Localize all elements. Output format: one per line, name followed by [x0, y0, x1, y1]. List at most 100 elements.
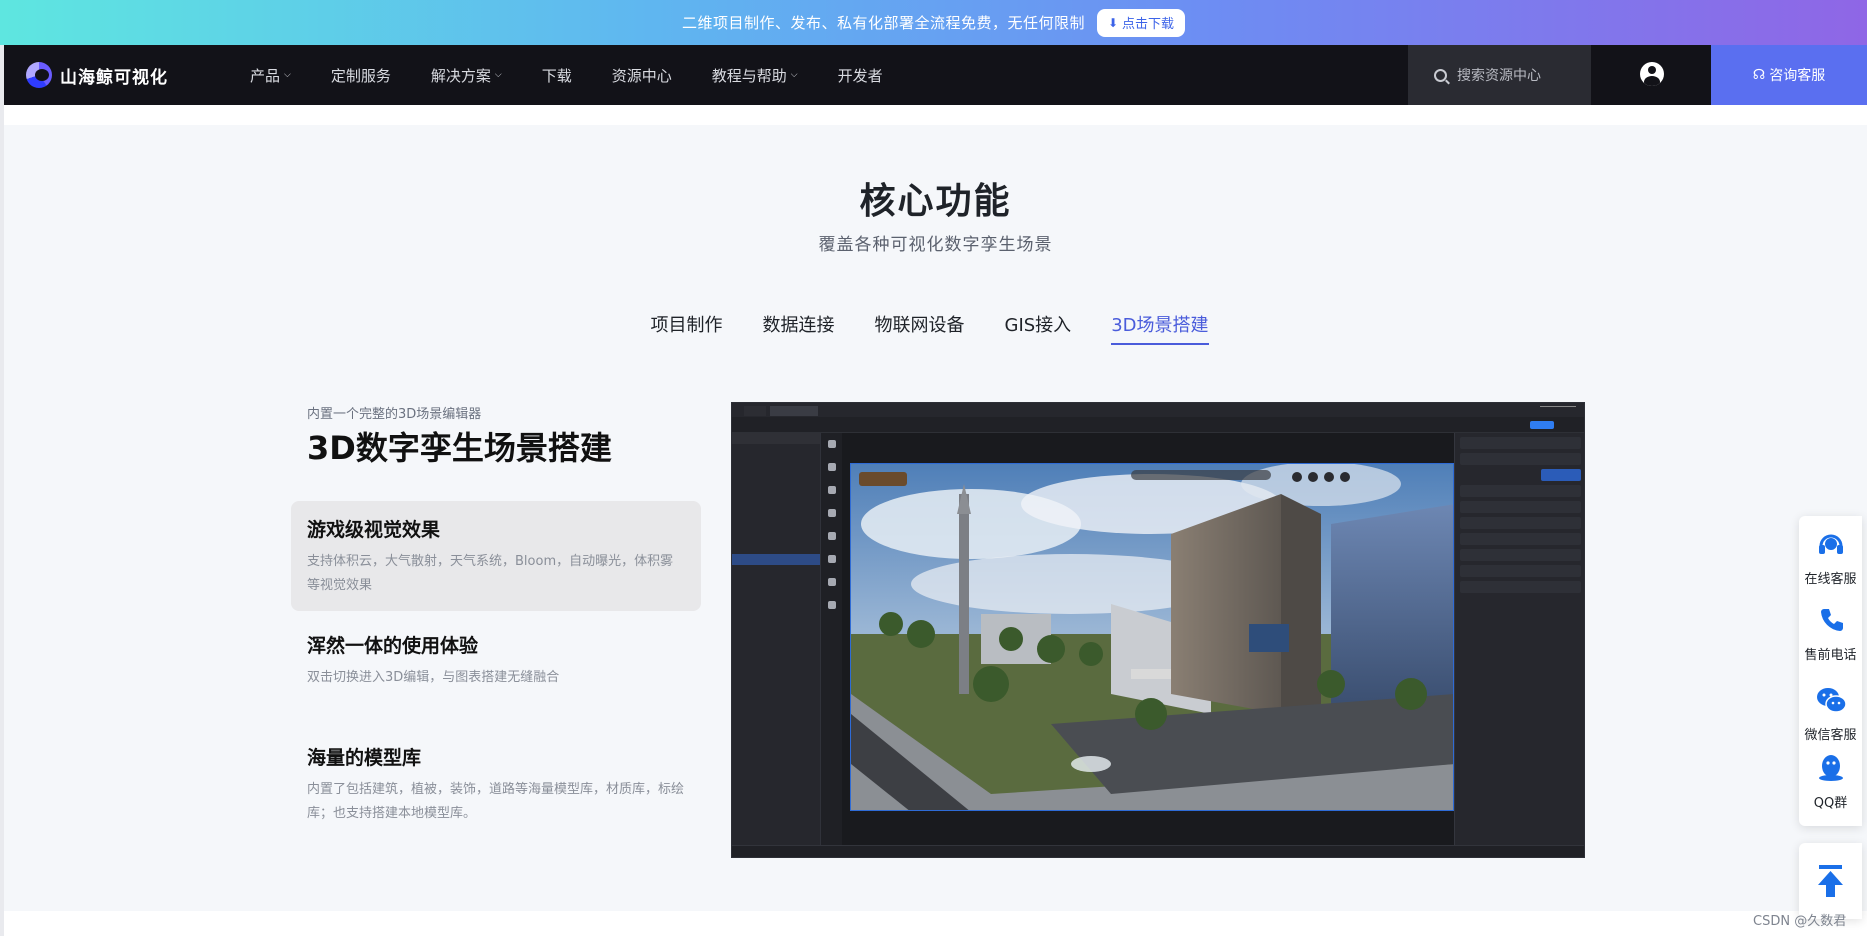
feature-card-experience[interactable]: 浑然一体的使用体验 双击切换进入3D编辑，与图表搭建无缝融合: [291, 617, 701, 704]
float-label: 微信客服: [1804, 728, 1857, 743]
layer-row: [732, 466, 820, 477]
promo-banner: 二维项目制作、发布、私有化部署全流程免费，无任何限制 ⬇ 点击下载: [0, 0, 1867, 45]
watermark: CSDN @久数君: [1753, 914, 1847, 929]
logo[interactable]: 山海鲸可视化: [26, 62, 226, 88]
chevron-down-icon: ⌵: [494, 70, 502, 80]
consult-button[interactable]: ☊ 咨询客服: [1711, 45, 1867, 105]
property-row: [1460, 533, 1581, 545]
nav-item-label: 定制服务: [330, 66, 391, 85]
layer-row: [732, 499, 820, 510]
float-label: 在线客服: [1804, 572, 1857, 587]
user-avatar-icon[interactable]: [1640, 62, 1664, 86]
nav-item-solutions[interactable]: 解决方案 ⌵: [431, 65, 502, 86]
feature-card-model-library[interactable]: 海量的模型库 内置了包括建筑，植被，装饰，道路等海量模型库，材质库，标绘库；也支…: [291, 729, 701, 840]
editor-tab: [744, 406, 766, 416]
search-icon: [1434, 68, 1447, 82]
logo-icon: [26, 62, 52, 88]
property-row: [1460, 501, 1581, 513]
layer-row: [732, 510, 820, 521]
nav-item-developers[interactable]: 开发者: [838, 65, 883, 86]
feature-title: 3D数字孪生场景搭建: [307, 429, 612, 467]
feature-caption: 内置一个完整的3D场景编辑器: [307, 407, 482, 422]
tab-project[interactable]: 项目制作: [651, 311, 723, 345]
3d-editor-screenshot: [731, 402, 1585, 858]
nav-item-custom-service[interactable]: 定制服务: [331, 65, 391, 86]
editor-stage: [842, 433, 1454, 845]
chevron-down-icon: ⌵: [284, 70, 291, 80]
online-service-button[interactable]: 在线客服: [1799, 520, 1862, 592]
float-label: QQ群: [1813, 796, 1848, 811]
chevron-down-icon: ⌵: [790, 70, 798, 80]
tool-icon: [827, 486, 836, 494]
wechat-service-button[interactable]: 微信客服: [1799, 676, 1862, 748]
layer-row: [732, 444, 820, 455]
nav-item-tutorials[interactable]: 教程与帮助 ⌵: [712, 65, 798, 86]
headset-icon: ☊: [1752, 67, 1766, 83]
search-input[interactable]: 搜索资源中心: [1408, 45, 1591, 105]
tool-icon: [827, 463, 836, 471]
qq-group-button[interactable]: QQ群: [1799, 744, 1862, 816]
tab-gis[interactable]: GIS接入: [1005, 311, 1072, 345]
nav-item-label: 教程与帮助: [711, 66, 787, 85]
nav-item-product[interactable]: 产品 ⌵: [250, 65, 291, 86]
section-top-band: [4, 105, 1867, 125]
top-nav: 山海鲸可视化 产品 ⌵ 定制服务 解决方案 ⌵ 下载 资源中心 教程与帮助 ⌵ 开发者…: [4, 45, 1867, 105]
property-row: [1460, 517, 1581, 529]
scene-viewport: [850, 463, 1454, 811]
nav-item-resources[interactable]: 资源中心: [612, 65, 672, 86]
editor-tab: [770, 406, 818, 416]
consult-label: 咨询客服: [1769, 68, 1826, 84]
publish-icon: [1530, 421, 1554, 429]
editor-layer-panel: [732, 433, 820, 845]
property-row: [1460, 549, 1581, 561]
card-desc: 双击切换进入3D编辑，与图表搭建无缝融合: [307, 670, 560, 685]
presale-phone-button[interactable]: 售前电话: [1799, 596, 1862, 668]
property-row: [1460, 565, 1581, 577]
property-row: [1460, 453, 1581, 465]
download-label: 点击下载: [1122, 17, 1175, 32]
tab-iot[interactable]: 物联网设备: [875, 311, 965, 345]
window-controls-icon: [1540, 406, 1576, 412]
tab-data-connection[interactable]: 数据连接: [763, 311, 835, 345]
nav-item-label: 资源中心: [611, 66, 672, 85]
layer-row: [732, 433, 820, 444]
card-title: 游戏级视觉效果: [307, 519, 441, 541]
tool-icon: [827, 578, 836, 586]
core-features-section: 核心功能 覆盖各种可视化数字孪生场景 项目制作 数据连接 物联网设备 GIS接入…: [4, 105, 1867, 911]
property-row: [1460, 581, 1581, 593]
feature-tabs: 项目制作 数据连接 物联网设备 GIS接入 3D场景搭建: [4, 311, 1867, 345]
download-icon: ⬇: [1107, 15, 1119, 30]
feature-card-visual-effects[interactable]: 游戏级视觉效果 支持体积云，大气散射，天气系统，Bloom，自动曝光，体积雾等视…: [291, 501, 701, 611]
card-title: 浑然一体的使用体验: [307, 635, 479, 657]
nav-item-label: 下载: [541, 66, 572, 85]
editor-icon-column: [820, 433, 842, 845]
search-placeholder: 搜索资源中心: [1457, 68, 1541, 84]
property-row: [1460, 437, 1581, 449]
layer-row: [732, 521, 820, 532]
layer-row: [732, 477, 820, 488]
tool-icon: [827, 555, 836, 563]
tool-icon: [827, 509, 836, 517]
layer-row: [732, 455, 820, 466]
tool-icon: [827, 532, 836, 540]
qq-icon: [1818, 755, 1843, 781]
back-to-top-button[interactable]: [1799, 843, 1862, 919]
card-desc: 内置了包括建筑，植被，装饰，道路等海量模型库，材质库，标绘库；也支持搭建本地模型…: [307, 782, 685, 821]
nav-item-label: 开发者: [837, 66, 883, 85]
layer-row: [732, 543, 820, 554]
headset-icon: [1818, 534, 1843, 554]
nav-item-label: 解决方案: [430, 66, 491, 85]
tool-icon: [827, 601, 836, 609]
tab-3d-scene[interactable]: 3D场景搭建: [1111, 311, 1209, 345]
editor-statusbar: [732, 845, 1584, 857]
banner-text: 二维项目制作、发布、私有化部署全流程免费，无任何限制: [681, 14, 1085, 32]
nav-item-download[interactable]: 下载: [542, 65, 572, 86]
property-row: [1541, 469, 1581, 481]
bottom-band: [4, 911, 1867, 936]
editor-toolbar: [732, 417, 1584, 433]
nav-item-label: 产品: [250, 66, 281, 85]
tool-icon: [827, 440, 836, 448]
download-button[interactable]: ⬇ 点击下载: [1096, 8, 1186, 37]
card-title: 海量的模型库: [307, 747, 422, 769]
back-to-top-icon: [1818, 865, 1843, 897]
